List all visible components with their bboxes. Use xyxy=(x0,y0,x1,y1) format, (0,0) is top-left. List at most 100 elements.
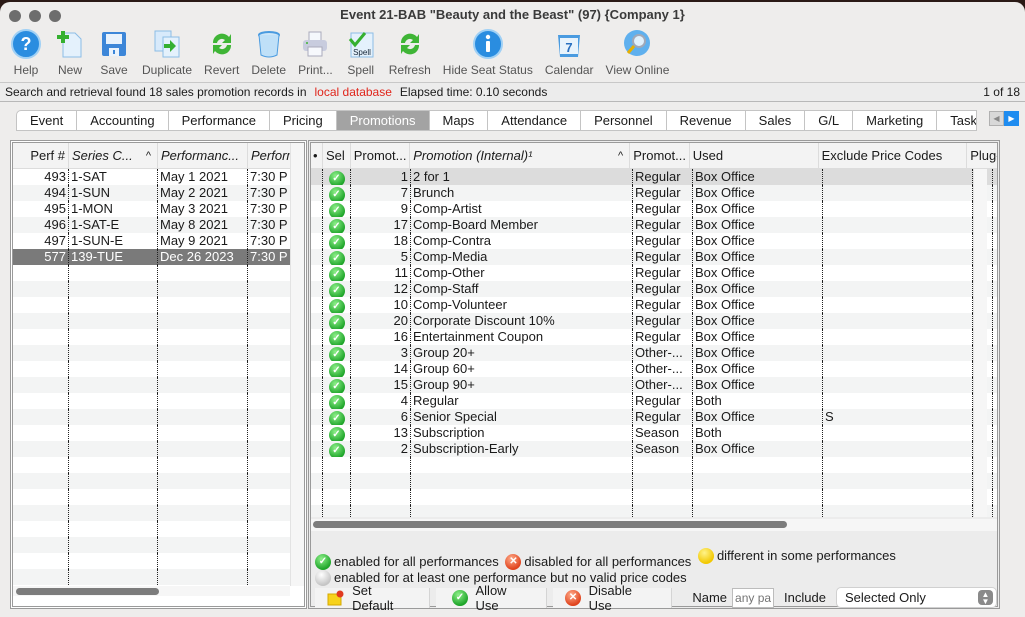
tab-scroll-left-button[interactable]: ◀ xyxy=(989,111,1004,126)
tab-attendance[interactable]: Attendance xyxy=(488,110,582,131)
column-marker[interactable]: • xyxy=(311,143,323,169)
sel-cell[interactable]: ✓ xyxy=(323,233,351,249)
minimize-window-button[interactable] xyxy=(29,10,41,22)
tab-gl[interactable]: G/L xyxy=(805,110,854,131)
sel-cell[interactable]: ✓ xyxy=(323,441,351,457)
performance-row[interactable]: 497 1-SUN-E May 9 2021 7:30 P xyxy=(13,233,290,249)
column-exclude-price-codes[interactable]: Exclude Price Codes xyxy=(819,143,968,169)
sel-cell[interactable]: ✓ xyxy=(323,361,351,377)
promotion-row[interactable]: ✓ 6 Senior Special Regular Box Office S xyxy=(311,409,997,425)
promotions-vertical-scrollbar[interactable] xyxy=(973,169,987,517)
sel-cell[interactable]: ✓ xyxy=(323,425,351,441)
sel-cell[interactable] xyxy=(323,457,351,473)
promotion-row[interactable]: ✓ 20 Corporate Discount 10% Regular Box Offi… xyxy=(311,313,997,329)
include-select[interactable]: Selected Only ▲ ▼ xyxy=(835,587,998,608)
tab-promotions[interactable]: Promotions xyxy=(336,110,430,131)
promotion-row[interactable]: ✓ 1 2 for 1 Regular Box Office xyxy=(311,169,997,185)
green-check-icon[interactable]: ✓ xyxy=(328,251,345,265)
tab-task[interactable]: Task xyxy=(937,110,978,131)
refresh-button[interactable]: Refresh xyxy=(383,28,437,77)
print-button[interactable]: Print... xyxy=(292,28,339,77)
green-check-icon[interactable]: ✓ xyxy=(328,235,345,249)
performances-horizontal-scrollbar[interactable] xyxy=(13,586,290,596)
column-promotion-type[interactable]: Promot... xyxy=(630,143,690,169)
promotion-row[interactable]: ✓ 4 Regular Regular Both xyxy=(311,393,997,409)
tab-sales[interactable]: Sales xyxy=(745,110,806,131)
green-check-icon[interactable]: ✓ xyxy=(328,395,345,409)
sel-cell[interactable]: ✓ xyxy=(323,329,351,345)
promotion-row[interactable]: ✓ 2 Subscription-Early Season Box Office xyxy=(311,441,997,457)
tab-accounting[interactable]: Accounting xyxy=(77,110,169,131)
column-plug-in[interactable]: Plug-I xyxy=(967,143,997,169)
sel-cell[interactable] xyxy=(323,489,351,505)
green-check-icon[interactable]: ✓ xyxy=(328,299,345,313)
sel-cell[interactable]: ✓ xyxy=(323,201,351,217)
green-check-icon[interactable]: ✓ xyxy=(328,379,345,393)
green-check-icon[interactable]: ✓ xyxy=(328,267,345,281)
promotion-row[interactable]: ✓ 11 Comp-Other Regular Box Office xyxy=(311,265,997,281)
sel-cell[interactable]: ✓ xyxy=(323,217,351,233)
promotion-row[interactable]: ✓ 10 Comp-Volunteer Regular Box Office xyxy=(311,297,997,313)
calendar-button[interactable]: 7 Calendar xyxy=(539,28,600,77)
revert-button[interactable]: Revert xyxy=(198,28,245,77)
new-button[interactable]: New xyxy=(48,28,92,77)
tab-personnel[interactable]: Personnel xyxy=(581,110,667,131)
sel-cell[interactable]: ✓ xyxy=(323,281,351,297)
disable-use-button[interactable]: ✕ Disable Use xyxy=(553,583,673,613)
green-check-icon[interactable]: ✓ xyxy=(328,171,345,185)
hide-seat-status-button[interactable]: Hide Seat Status xyxy=(437,28,539,77)
tab-performance[interactable]: Performance xyxy=(168,110,270,131)
sel-cell[interactable]: ✓ xyxy=(323,345,351,361)
performances-scroll-thumb[interactable] xyxy=(16,588,159,595)
performance-row[interactable]: 495 1-MON May 3 2021 7:30 P xyxy=(13,201,290,217)
tab-marketing[interactable]: Marketing xyxy=(853,110,938,131)
promotion-row[interactable]: ✓ 13 Subscription Season Both xyxy=(311,425,997,441)
tab-event[interactable]: Event xyxy=(16,110,78,131)
sel-cell[interactable]: ✓ xyxy=(323,297,351,313)
green-check-icon[interactable]: ✓ xyxy=(328,219,345,233)
column-used[interactable]: Used xyxy=(690,143,819,169)
promotion-row[interactable]: ✓ 14 Group 60+ Other-... Box Office xyxy=(311,361,997,377)
green-check-icon[interactable]: ✓ xyxy=(328,427,345,441)
tab-pricing[interactable]: Pricing xyxy=(270,110,337,131)
performance-row[interactable]: 496 1-SAT-E May 8 2021 7:30 P xyxy=(13,217,290,233)
sel-cell[interactable]: ✓ xyxy=(323,169,351,185)
column-sel[interactable]: Sel xyxy=(323,143,351,169)
green-check-icon[interactable]: ✓ xyxy=(328,315,345,329)
zoom-window-button[interactable] xyxy=(49,10,61,22)
tab-scroll-right-button[interactable]: ▶ xyxy=(1004,111,1019,126)
sel-cell[interactable]: ✓ xyxy=(323,377,351,393)
sel-cell[interactable] xyxy=(323,473,351,489)
promotion-row[interactable]: ✓ 18 Comp-Contra Regular Box Office xyxy=(311,233,997,249)
performance-row[interactable]: 577 139-TUE Dec 26 2023 7:30 P xyxy=(13,249,290,265)
sel-cell[interactable]: ✓ xyxy=(323,249,351,265)
help-button[interactable]: ? Help xyxy=(4,28,48,77)
sel-cell[interactable]: ✓ xyxy=(323,185,351,201)
column-series-code[interactable]: Series C... ^ xyxy=(69,143,158,169)
green-check-icon[interactable]: ✓ xyxy=(328,331,345,345)
sel-cell[interactable]: ✓ xyxy=(323,265,351,281)
spell-button[interactable]: Spell Spell xyxy=(339,28,383,77)
promotion-row[interactable]: ✓ 5 Comp-Media Regular Box Office xyxy=(311,249,997,265)
set-default-button[interactable]: Set Default xyxy=(315,583,431,613)
promotion-row[interactable]: ✓ 9 Comp-Artist Regular Box Office xyxy=(311,201,997,217)
tab-revenue[interactable]: Revenue xyxy=(666,110,746,131)
view-online-button[interactable]: View Online xyxy=(600,28,676,77)
sel-cell[interactable]: ✓ xyxy=(323,393,351,409)
close-window-button[interactable] xyxy=(9,10,21,22)
column-promotion-internal[interactable]: Promotion (Internal)¹ ^ xyxy=(410,143,631,169)
green-check-icon[interactable]: ✓ xyxy=(328,283,345,297)
green-check-icon[interactable]: ✓ xyxy=(328,347,345,361)
promotion-row[interactable]: ✓ 12 Comp-Staff Regular Box Office xyxy=(311,281,997,297)
promotion-row[interactable]: ✓ 7 Brunch Regular Box Office xyxy=(311,185,997,201)
promotions-horizontal-scrollbar[interactable] xyxy=(311,519,997,531)
performance-row[interactable]: 493 1-SAT May 1 2021 7:30 P xyxy=(13,169,290,185)
green-check-icon[interactable]: ✓ xyxy=(328,187,345,201)
sel-cell[interactable]: ✓ xyxy=(323,409,351,425)
promotion-row[interactable]: ✓ 17 Comp-Board Member Regular Box Office xyxy=(311,217,997,233)
green-check-icon[interactable]: ✓ xyxy=(328,363,345,377)
green-check-icon[interactable]: ✓ xyxy=(328,411,345,425)
allow-use-button[interactable]: ✓ Allow Use xyxy=(436,583,548,613)
promotion-row[interactable]: ✓ 16 Entertainment Coupon Regular Box Office xyxy=(311,329,997,345)
column-performance-time[interactable]: Performa xyxy=(248,143,290,169)
